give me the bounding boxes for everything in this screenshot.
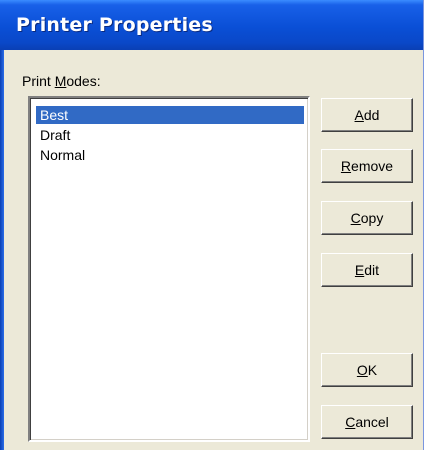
cancel-button[interactable]: Cancel (321, 405, 413, 439)
list-item-normal[interactable]: Normal (36, 146, 85, 164)
printer-properties-dialog: Printer Properties Print Modes: Best Dra… (0, 0, 424, 450)
label-suffix: odes: (66, 73, 101, 89)
remove-hotkey: R (340, 158, 352, 174)
edit-hotkey: E (354, 262, 365, 278)
add-button[interactable]: Add (321, 98, 413, 132)
list-item-draft[interactable]: Draft (36, 126, 70, 144)
cancel-hotkey: C (345, 414, 356, 430)
cancel-label-rest: ancel (355, 414, 389, 430)
print-modes-listbox[interactable]: Best Draft Normal (28, 96, 310, 442)
ok-hotkey: O (356, 362, 368, 378)
title-bar[interactable]: Printer Properties (0, 0, 423, 50)
list-item-best[interactable]: Best (36, 106, 304, 124)
window-title: Printer Properties (16, 14, 213, 36)
print-modes-label: Print Modes: (22, 73, 101, 89)
copy-button[interactable]: Copy (321, 201, 413, 235)
edit-button[interactable]: Edit (321, 253, 413, 287)
copy-label-rest: opy (360, 210, 384, 226)
remove-button[interactable]: Remove (321, 149, 413, 183)
remove-label-rest: emove (351, 158, 394, 174)
add-label-rest: dd (363, 107, 380, 123)
window-frame-left (0, 50, 4, 450)
add-hotkey: A (354, 107, 364, 123)
copy-hotkey: C (350, 210, 361, 226)
edit-label-rest: dit (364, 262, 380, 278)
label-hotkey: M (54, 73, 67, 89)
ok-button[interactable]: OK (321, 353, 413, 387)
ok-label-rest: K (367, 362, 378, 378)
label-prefix: Print (22, 73, 55, 89)
